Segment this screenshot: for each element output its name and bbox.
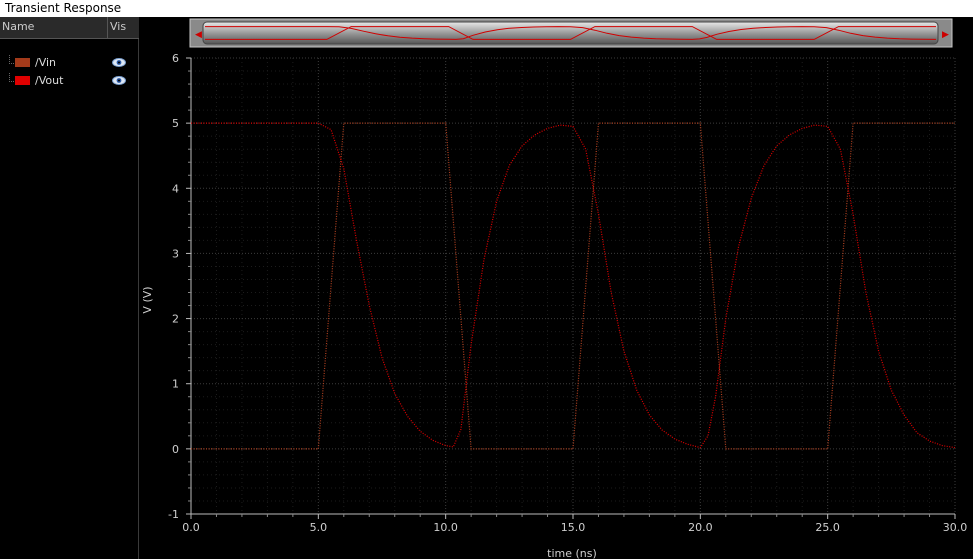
- x-tick-label: 30.0: [943, 521, 968, 534]
- series-line-vout: [191, 122, 956, 449]
- y-tick-label: 3: [172, 247, 179, 260]
- scroll-left-arrow-icon[interactable]: ◀: [195, 30, 202, 40]
- x-tick-label: 20.0: [688, 521, 713, 534]
- y-axis-title: V (V): [141, 286, 154, 313]
- legend-item-vin[interactable]: /Vin: [0, 55, 139, 71]
- visibility-eye-icon[interactable]: [112, 76, 126, 85]
- x-tick-label: 25.0: [815, 521, 840, 534]
- x-tick-label: 0.0: [182, 521, 200, 534]
- window-title: Transient Response: [0, 0, 973, 17]
- legend-label-vout: /Vout: [35, 74, 64, 87]
- scrollbar-thumb[interactable]: [202, 21, 939, 45]
- scroll-right-arrow-icon[interactable]: ▶: [942, 30, 949, 40]
- legend-header-name[interactable]: Name: [2, 20, 34, 33]
- x-axis-title: time (ns): [547, 547, 597, 559]
- plot-area: ◀ ▶ -1 0 1 2 3 4 5 6 0.0 5.0 10.0 15.0 20.0 25.0 30.0 …: [139, 17, 973, 559]
- legend-item-vout[interactable]: /Vout: [0, 73, 139, 89]
- y-tick-label: -1: [168, 508, 179, 521]
- x-tick-label: 10.0: [433, 521, 458, 534]
- x-tick-label: 5.0: [310, 521, 328, 534]
- legend-swatch-vin: [15, 58, 30, 67]
- legend-header-vis[interactable]: Vis: [107, 17, 126, 38]
- legend-header: Name Vis: [0, 17, 139, 39]
- visibility-eye-icon[interactable]: [112, 58, 126, 67]
- y-tick-label: 0: [172, 443, 179, 456]
- y-tick-label: 5: [172, 117, 179, 130]
- legend-swatch-vout: [15, 76, 30, 85]
- transient-chart: ◀ ▶ -101234560.0 5.0 10.0 15.0 20.0 25.0 30.0 …: [141, 18, 968, 559]
- y-tick-label: 6: [172, 52, 179, 65]
- y-tick-label: 2: [172, 313, 179, 326]
- overview-scrollbar[interactable]: ◀ ▶: [189, 18, 953, 48]
- legend-label-vin: /Vin: [35, 56, 57, 69]
- legend-panel: Name Vis /Vin /Vout: [0, 17, 139, 559]
- x-tick-label: 15.0: [561, 521, 586, 534]
- y-tick-label: 4: [172, 182, 179, 195]
- y-tick-label: 1: [172, 378, 179, 391]
